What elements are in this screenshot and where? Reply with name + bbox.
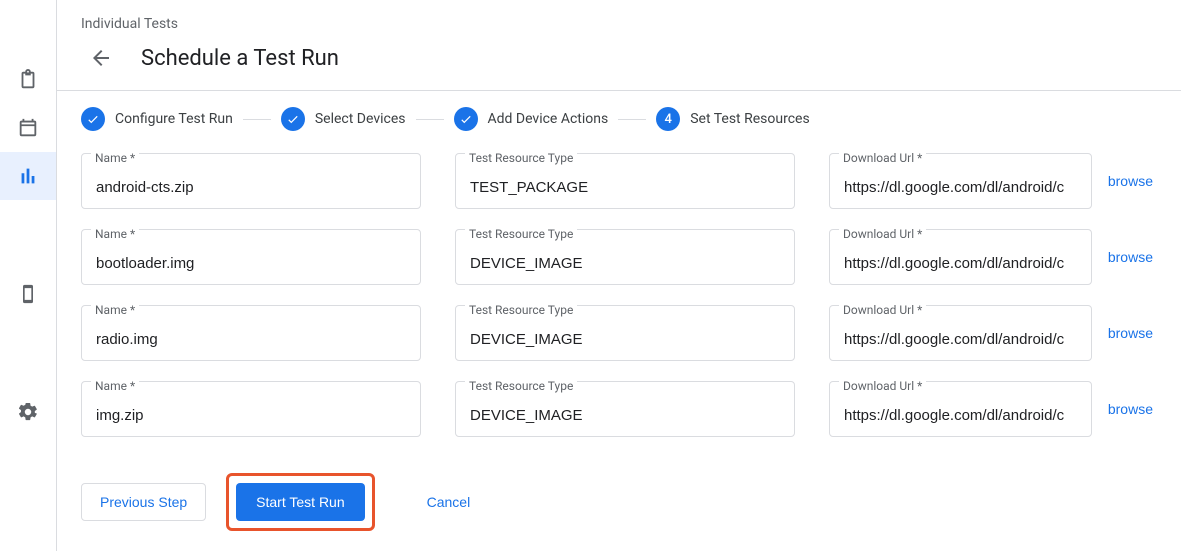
back-button[interactable]: [81, 38, 121, 78]
step-separator: [243, 119, 271, 120]
download-url-input[interactable]: [829, 153, 1092, 209]
sidebar: [0, 0, 56, 551]
resource-name-input[interactable]: [81, 229, 421, 285]
sidebar-item-calendar[interactable]: [0, 104, 56, 152]
browse-button[interactable]: browse: [1104, 249, 1157, 265]
resource-row: Name * Test Resource Type Download Url *…: [81, 229, 1157, 285]
clipboard-icon: [17, 69, 39, 91]
resource-type-input[interactable]: [455, 305, 795, 361]
calendar-icon: [17, 117, 39, 139]
check-icon: [454, 107, 478, 131]
step-separator: [618, 119, 646, 120]
check-icon: [281, 107, 305, 131]
previous-step-button[interactable]: Previous Step: [81, 483, 206, 521]
check-icon: [81, 107, 105, 131]
resource-name-input[interactable]: [81, 153, 421, 209]
browse-button[interactable]: browse: [1104, 325, 1157, 341]
download-url-input[interactable]: [829, 305, 1092, 361]
bar-chart-icon: [17, 165, 39, 187]
step-resources[interactable]: 4 Set Test Resources: [656, 107, 809, 131]
download-url-input[interactable]: [829, 381, 1092, 437]
highlight-box: Start Test Run: [226, 473, 374, 531]
resource-type-input[interactable]: [455, 229, 795, 285]
sidebar-item-settings[interactable]: [0, 388, 56, 436]
step-devices[interactable]: Select Devices: [281, 107, 406, 131]
resource-type-input[interactable]: [455, 381, 795, 437]
step-label: Add Device Actions: [488, 111, 609, 127]
resource-row: Name * Test Resource Type Download Url *…: [81, 153, 1157, 209]
browse-button[interactable]: browse: [1104, 173, 1157, 189]
resource-name-input[interactable]: [81, 381, 421, 437]
footer-actions: Previous Step Start Test Run Cancel: [81, 473, 1157, 531]
content: Configure Test Run Select Devices Add De…: [57, 91, 1181, 551]
step-configure[interactable]: Configure Test Run: [81, 107, 233, 131]
main-panel: Individual Tests Schedule a Test Run Con…: [56, 0, 1181, 551]
step-actions[interactable]: Add Device Actions: [454, 107, 609, 131]
step-separator: [416, 119, 444, 120]
arrow-left-icon: [89, 46, 113, 70]
resource-row: Name * Test Resource Type Download Url *…: [81, 305, 1157, 361]
resource-type-input[interactable]: [455, 153, 795, 209]
step-number: 4: [656, 107, 680, 131]
sidebar-item-clipboard[interactable]: [0, 56, 56, 104]
download-url-input[interactable]: [829, 229, 1092, 285]
start-test-run-button[interactable]: Start Test Run: [236, 483, 364, 521]
resource-name-input[interactable]: [81, 305, 421, 361]
breadcrumb: Individual Tests: [81, 16, 1157, 32]
sidebar-item-device[interactable]: [0, 270, 56, 318]
page-header: Individual Tests Schedule a Test Run: [57, 0, 1181, 91]
step-label: Configure Test Run: [115, 111, 233, 127]
page-title: Schedule a Test Run: [141, 46, 339, 71]
phone-icon: [18, 283, 38, 305]
step-label: Set Test Resources: [690, 111, 809, 127]
sidebar-item-analytics[interactable]: [0, 152, 56, 200]
browse-button[interactable]: browse: [1104, 401, 1157, 417]
resource-rows: Name * Test Resource Type Download Url *…: [81, 153, 1157, 437]
app-root: Individual Tests Schedule a Test Run Con…: [0, 0, 1181, 551]
cancel-button[interactable]: Cancel: [415, 486, 483, 518]
gear-icon: [17, 401, 39, 423]
resource-row: Name * Test Resource Type Download Url *…: [81, 381, 1157, 437]
step-label: Select Devices: [315, 111, 406, 127]
stepper: Configure Test Run Select Devices Add De…: [81, 107, 1157, 131]
